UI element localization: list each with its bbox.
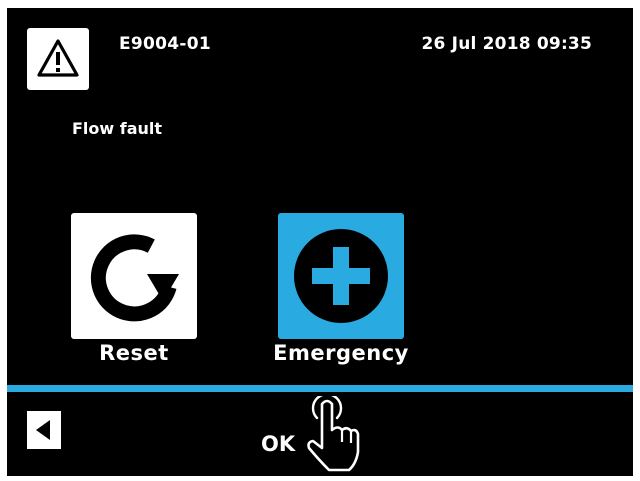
- alarm-message: Flow fault: [72, 119, 163, 138]
- divider: [7, 385, 633, 392]
- emergency-button[interactable]: [278, 213, 404, 339]
- back-button[interactable]: [27, 411, 61, 449]
- pointing-hand-icon[interactable]: [301, 396, 365, 476]
- reset-button[interactable]: [71, 213, 197, 339]
- reset-arrow-icon: [90, 234, 179, 322]
- back-arrow-icon: [36, 420, 50, 440]
- emergency-label: Emergency: [273, 341, 409, 365]
- ok-button[interactable]: OK: [261, 432, 295, 456]
- plus-circle-icon: [294, 229, 388, 323]
- timestamp: 26 Jul 2018 09:35: [421, 34, 592, 54]
- alarm-screen: E9004-01 26 Jul 2018 09:35 Flow fault Re…: [7, 8, 633, 476]
- warning-icon: [27, 28, 89, 90]
- reset-label: Reset: [99, 341, 169, 365]
- error-code: E9004-01: [119, 34, 212, 54]
